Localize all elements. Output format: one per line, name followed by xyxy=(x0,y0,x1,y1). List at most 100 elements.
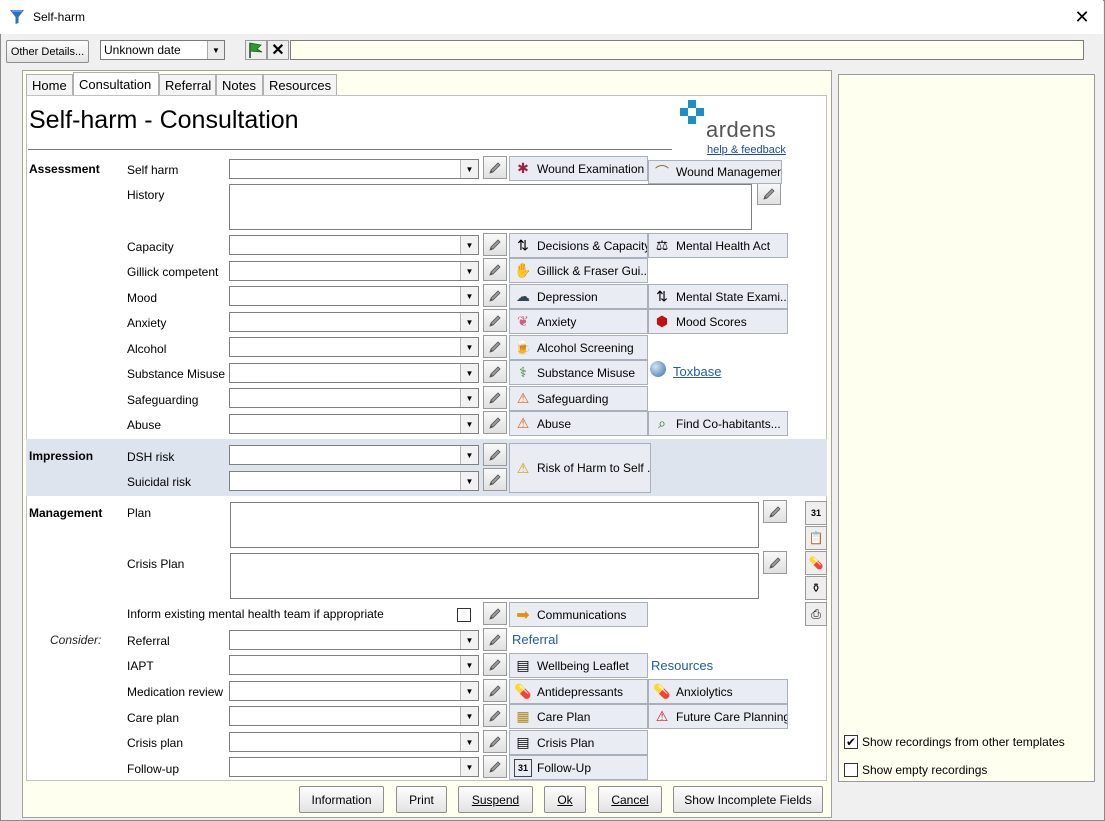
communications-button[interactable]: ➡ Communications xyxy=(509,602,648,627)
print-button[interactable]: Print xyxy=(396,786,447,813)
mood-dropdown[interactable]: ▼ xyxy=(229,286,479,306)
iapt-dropdown[interactable]: ▼ xyxy=(229,655,479,675)
help-feedback-link[interactable]: help & feedback xyxy=(707,144,786,156)
tab-notes[interactable]: Notes xyxy=(216,74,263,96)
mood-scores-button[interactable]: ⬢ Mood Scores xyxy=(648,309,788,334)
alcohol-dropdown[interactable]: ▼ xyxy=(229,337,479,357)
pencil-button[interactable] xyxy=(483,653,507,676)
pill-icon: 💊 xyxy=(514,683,532,699)
pill-icon[interactable]: 💊 xyxy=(805,551,827,575)
suspend-button[interactable]: Suspend xyxy=(458,786,533,813)
toxbase-link[interactable]: Toxbase xyxy=(673,364,721,379)
follow-up-dropdown[interactable]: ▼ xyxy=(229,757,479,777)
pencil-button[interactable] xyxy=(483,258,507,281)
cancel-button[interactable]: Cancel xyxy=(598,786,662,813)
pencil-button[interactable] xyxy=(483,411,507,434)
pencil-button[interactable] xyxy=(757,182,781,205)
pencil-button[interactable] xyxy=(483,309,507,332)
wellbeing-leaflet-button[interactable]: ▤ Wellbeing Leaflet xyxy=(509,653,648,678)
resources-link[interactable]: Resources xyxy=(651,658,713,673)
document-icon: ▤ xyxy=(516,657,530,673)
referral-link[interactable]: Referral xyxy=(512,632,558,647)
future-care-planning-button[interactable]: ⚠ Future Care Planning xyxy=(648,704,788,729)
date-dropdown[interactable]: Unknown date ▼ xyxy=(100,40,225,60)
pencil-button[interactable] xyxy=(483,233,507,256)
referral-dropdown[interactable]: ▼ xyxy=(229,630,479,650)
tab-referral[interactable]: Referral xyxy=(159,74,216,96)
pencil-button[interactable] xyxy=(483,468,507,491)
decisions-capacity-button[interactable]: ⇅ Decisions & Capacity xyxy=(509,233,648,258)
section-assessment: Assessment xyxy=(29,162,100,176)
pencil-button[interactable] xyxy=(483,386,507,409)
pencil-button[interactable] xyxy=(483,335,507,358)
substance-misuse-button[interactable]: ⚕ Substance Misuse xyxy=(509,360,648,385)
depression-button[interactable]: ☁ Depression xyxy=(509,284,648,309)
pencil-button[interactable] xyxy=(763,500,787,523)
show-other-templates-checkbox[interactable]: ✔ xyxy=(844,735,858,749)
risk-of-harm-button[interactable]: ⚠ Risk of Harm to Self ... xyxy=(509,443,651,493)
safeguarding-dropdown[interactable]: ▼ xyxy=(229,388,479,408)
abuse-button[interactable]: ⚠ Abuse xyxy=(509,411,648,436)
other-details-button[interactable]: Other Details... xyxy=(6,40,89,63)
pencil-button[interactable] xyxy=(483,156,507,179)
clipboard-icon[interactable]: 📋 xyxy=(805,526,827,550)
tab-consultation[interactable]: Consultation xyxy=(73,72,159,95)
anxiety-dropdown[interactable]: ▼ xyxy=(229,312,479,332)
mental-health-act-button[interactable]: ⚖ Mental Health Act xyxy=(648,233,788,258)
care-plan-button[interactable]: ▦ Care Plan xyxy=(509,704,648,729)
pencil-button[interactable] xyxy=(483,755,507,778)
ok-button[interactable]: Ok xyxy=(544,786,586,813)
medication-review-dropdown[interactable]: ▼ xyxy=(229,681,479,701)
pencil-button[interactable] xyxy=(763,551,787,574)
tab-resources[interactable]: Resources xyxy=(263,74,337,96)
show-incomplete-button[interactable]: Show Incomplete Fields xyxy=(673,786,823,813)
pencil-button[interactable] xyxy=(483,730,507,753)
pencil-button[interactable] xyxy=(483,704,507,727)
pencil-button[interactable] xyxy=(483,284,507,307)
gillick-dropdown[interactable]: ▼ xyxy=(229,261,479,281)
show-empty-checkbox[interactable] xyxy=(844,763,858,777)
anxiolytics-button[interactable]: 💊 Anxiolytics xyxy=(648,679,788,704)
pencil-button[interactable] xyxy=(483,360,507,383)
suicidal-risk-dropdown[interactable]: ▼ xyxy=(229,471,479,491)
wound-examination-button[interactable]: ✱ Wound Examination xyxy=(509,156,648,181)
mental-state-button[interactable]: ⇅ Mental State Exami... xyxy=(648,284,788,309)
pencil-button[interactable] xyxy=(483,679,507,702)
inform-team-checkbox[interactable] xyxy=(457,608,471,622)
pencil-button[interactable] xyxy=(483,628,507,651)
free-text-input[interactable] xyxy=(290,40,1084,60)
wound-management-button[interactable]: ⌒ Wound Management xyxy=(648,160,782,184)
alcohol-screening-button[interactable]: 🍺 Alcohol Screening xyxy=(509,335,648,360)
care-plan-dropdown[interactable]: ▼ xyxy=(229,706,479,726)
information-button[interactable]: Information xyxy=(299,786,384,813)
self-harm-dropdown[interactable]: ▼ xyxy=(229,159,479,179)
tab-home[interactable]: Home xyxy=(26,74,73,96)
label-iapt: IAPT xyxy=(127,659,154,673)
flag-button[interactable] xyxy=(245,40,267,60)
capacity-dropdown[interactable]: ▼ xyxy=(229,235,479,255)
antidepressants-button[interactable]: 💊 Antidepressants xyxy=(509,679,648,704)
abuse-dropdown[interactable]: ▼ xyxy=(229,414,479,434)
substance-dropdown[interactable]: ▼ xyxy=(229,363,479,383)
bandage-icon: ⌒ xyxy=(655,164,669,180)
anxiety-button[interactable]: ❦ Anxiety xyxy=(509,309,648,334)
medicine-bottle-icon[interactable]: ⚱ xyxy=(805,576,827,600)
clear-x-icon[interactable]: ✕ xyxy=(267,40,289,60)
dsh-risk-dropdown[interactable]: ▼ xyxy=(229,445,479,465)
chevron-down-icon: ▼ xyxy=(460,656,478,674)
gillick-fraser-button[interactable]: ✋ Gillick & Fraser Gui... xyxy=(509,258,648,283)
pencil-button[interactable] xyxy=(483,602,507,625)
crisis-plan-dropdown[interactable]: ▼ xyxy=(229,732,479,752)
calendar-icon[interactable]: 31 xyxy=(805,501,827,525)
find-cohabitants-button[interactable]: ⌕ Find Co-habitants... xyxy=(648,411,788,436)
pencil-button[interactable] xyxy=(483,443,507,466)
storm-cloud-icon: ☁ xyxy=(516,288,530,304)
printer-icon[interactable]: ⎙ xyxy=(805,602,827,626)
history-textarea[interactable] xyxy=(229,184,752,230)
crisis-plan-textarea[interactable] xyxy=(230,553,759,599)
follow-up-button[interactable]: 31 Follow-Up xyxy=(509,755,648,780)
close-icon[interactable]: ✕ xyxy=(1070,6,1094,28)
plan-textarea[interactable] xyxy=(230,502,759,548)
crisis-plan-button[interactable]: ▤ Crisis Plan xyxy=(509,730,648,755)
safeguarding-button[interactable]: ⚠ Safeguarding xyxy=(509,386,648,411)
